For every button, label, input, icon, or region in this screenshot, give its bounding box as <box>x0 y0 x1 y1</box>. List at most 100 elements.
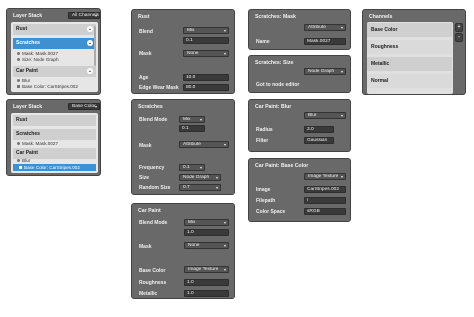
panel-title: Scratches <box>138 104 163 110</box>
layer-list: Rust Scratches Mask: Mask.0027 Car Paint… <box>11 113 98 173</box>
panel-title: Rust <box>138 14 150 20</box>
channel-item-base-color[interactable]: Base Color <box>367 23 452 37</box>
chevron-down-icon <box>95 15 97 17</box>
mask-type-dropdown[interactable]: Attribute <box>304 24 346 31</box>
image-label: Image <box>256 187 271 193</box>
channels-panel: Channels Base Color Roughness Metallic N… <box>362 9 466 95</box>
mask-label: Mask <box>139 143 152 149</box>
panel-title: Layer Stack <box>13 13 43 19</box>
chevron-down-icon <box>224 30 226 32</box>
layer-child-mask[interactable]: Mask: Mask.0027 <box>17 141 58 147</box>
filepath-field[interactable]: / <box>304 197 346 204</box>
collapse-icon[interactable]: ⌄ <box>87 40 93 46</box>
blend-mode-dropdown[interactable]: Mix <box>179 116 205 123</box>
scrollbar[interactable] <box>94 26 96 66</box>
layer-stack-panel-all-channels: Layer Stack All Channels Rust ⌄ Scratche… <box>6 8 101 95</box>
age-field[interactable]: 10.0 <box>183 74 229 81</box>
base-color-type-dropdown[interactable]: Image Texture <box>304 173 346 180</box>
channel-item-normal[interactable]: Normal <box>367 74 452 88</box>
channel-item-metallic[interactable]: Metallic <box>367 57 452 71</box>
base-color-dropdown[interactable]: Image Texture <box>184 266 229 273</box>
name-label: Name <box>256 39 270 45</box>
panel-title: Car Paint: Base Color <box>255 163 309 169</box>
mask-label: Mask <box>139 51 152 57</box>
blend-factor-field[interactable]: 1.0 <box>184 229 229 236</box>
collapse-icon[interactable]: ⌄ <box>87 26 93 32</box>
texture-icon <box>19 166 22 170</box>
metallic-label: Metallic <box>139 291 158 297</box>
radius-label: Radius <box>256 127 273 133</box>
blur-icon <box>17 79 20 83</box>
channel-item-roughness[interactable]: Roughness <box>367 40 452 54</box>
chevron-down-icon <box>224 222 226 224</box>
texture-icon <box>17 85 20 89</box>
size-type-dropdown[interactable]: Node Graph <box>304 68 346 75</box>
mask-icon <box>17 142 20 146</box>
random-size-label: Random Size <box>139 185 171 191</box>
remove-channel-button[interactable]: - <box>455 33 463 42</box>
mask-dropdown[interactable]: None <box>184 242 229 249</box>
layer-child-base-color[interactable]: Base Color: CarStripes.002 <box>13 164 96 171</box>
layer-list: Rust ⌄ Scratches ⌄ Mask: Mask.0027 Size:… <box>11 22 98 92</box>
channel-dropdown[interactable]: All Channels <box>68 12 100 19</box>
mask-label: Mask <box>139 244 152 250</box>
color-space-field[interactable]: sRGB <box>304 208 346 215</box>
blend-mode-dropdown[interactable]: Mix <box>184 219 229 226</box>
layer-child-size[interactable]: Size: Node Graph <box>17 57 59 63</box>
filter-label: Filter <box>256 138 269 144</box>
metallic-field[interactable]: 1.0 <box>184 290 229 297</box>
add-channel-button[interactable]: + <box>455 23 463 32</box>
chevron-down-icon <box>200 119 202 121</box>
edge-wear-label: Edge Wear Mask <box>139 85 179 91</box>
random-size-field[interactable]: 0.7 <box>179 184 221 191</box>
layer-item-car-paint[interactable]: Car Paint ⌄ <box>13 66 96 77</box>
mask-dropdown[interactable]: None <box>183 50 229 57</box>
blend-factor-field[interactable]: 0.1 <box>179 125 205 132</box>
chevron-down-icon <box>341 27 343 29</box>
layer-child-base-color[interactable]: Base Color: CarStripes.002 <box>17 84 78 90</box>
chevron-down-icon <box>341 71 343 73</box>
chevron-down-icon <box>95 106 97 108</box>
channel-dropdown[interactable]: Base Color <box>68 103 100 110</box>
rust-panel: Rust Blend Mix 0.1 Mask None Age 10.0 Ed… <box>131 9 235 94</box>
size-dropdown[interactable]: Node Graph <box>179 174 221 181</box>
panel-title: Channels <box>369 14 393 20</box>
blur-type-dropdown[interactable]: Blur <box>304 112 346 119</box>
size-label: Size <box>139 175 150 181</box>
scratches-size-panel: Scratches: Size Node Graph Got to node e… <box>248 55 351 93</box>
panel-title: Scratches: Mask <box>255 14 296 20</box>
panel-title: Car Paint <box>138 208 161 214</box>
chevron-down-icon <box>224 144 226 146</box>
edge-wear-field[interactable]: 80.0 <box>183 84 229 91</box>
mask-dropdown[interactable]: Attribute <box>179 141 229 148</box>
blur-icon <box>17 159 20 163</box>
chevron-down-icon <box>216 177 218 179</box>
chevron-down-icon <box>216 187 218 189</box>
image-field[interactable]: CarStripes.002 <box>304 186 346 193</box>
filepath-label: Filepath <box>256 198 276 204</box>
filter-field[interactable]: Gaussian <box>304 137 334 144</box>
layer-item-rust[interactable]: Rust <box>13 115 96 126</box>
layer-item-rust[interactable]: Rust ⌄ <box>13 24 96 35</box>
frequency-field[interactable]: 0.1 <box>179 164 205 171</box>
blend-mode-label: Blend Mode <box>139 220 168 226</box>
chevron-down-icon <box>224 245 226 247</box>
blend-factor-field[interactable]: 0.1 <box>183 37 229 44</box>
layer-item-scratches[interactable]: Scratches <box>13 129 96 140</box>
age-label: Age <box>139 75 149 81</box>
frequency-label: Frequency <box>139 165 165 171</box>
chevron-down-icon <box>224 53 226 55</box>
scratches-mask-panel: Scratches: Mask Attribute Name Mask.0027 <box>248 9 351 50</box>
car-paint-panel: Car Paint Blend Mode Mix 1.0 Mask None B… <box>131 203 235 299</box>
roughness-field[interactable]: 1.0 <box>184 279 229 286</box>
panel-title: Layer Stack <box>13 104 43 110</box>
layer-item-scratches[interactable]: Scratches ⌄ <box>13 38 96 49</box>
radius-field[interactable]: 3.0 <box>304 126 334 133</box>
go-to-node-editor-button[interactable]: Got to node editor <box>256 82 299 88</box>
mask-name-field[interactable]: Mask.0027 <box>304 38 346 45</box>
car-paint-base-color-panel: Car Paint: Base Color Image Texture Imag… <box>248 158 351 222</box>
chevron-down-icon <box>341 115 343 117</box>
blend-mode-dropdown[interactable]: Mix <box>183 27 229 34</box>
collapse-icon[interactable]: ⌄ <box>87 68 93 74</box>
blend-label: Blend <box>139 29 153 35</box>
